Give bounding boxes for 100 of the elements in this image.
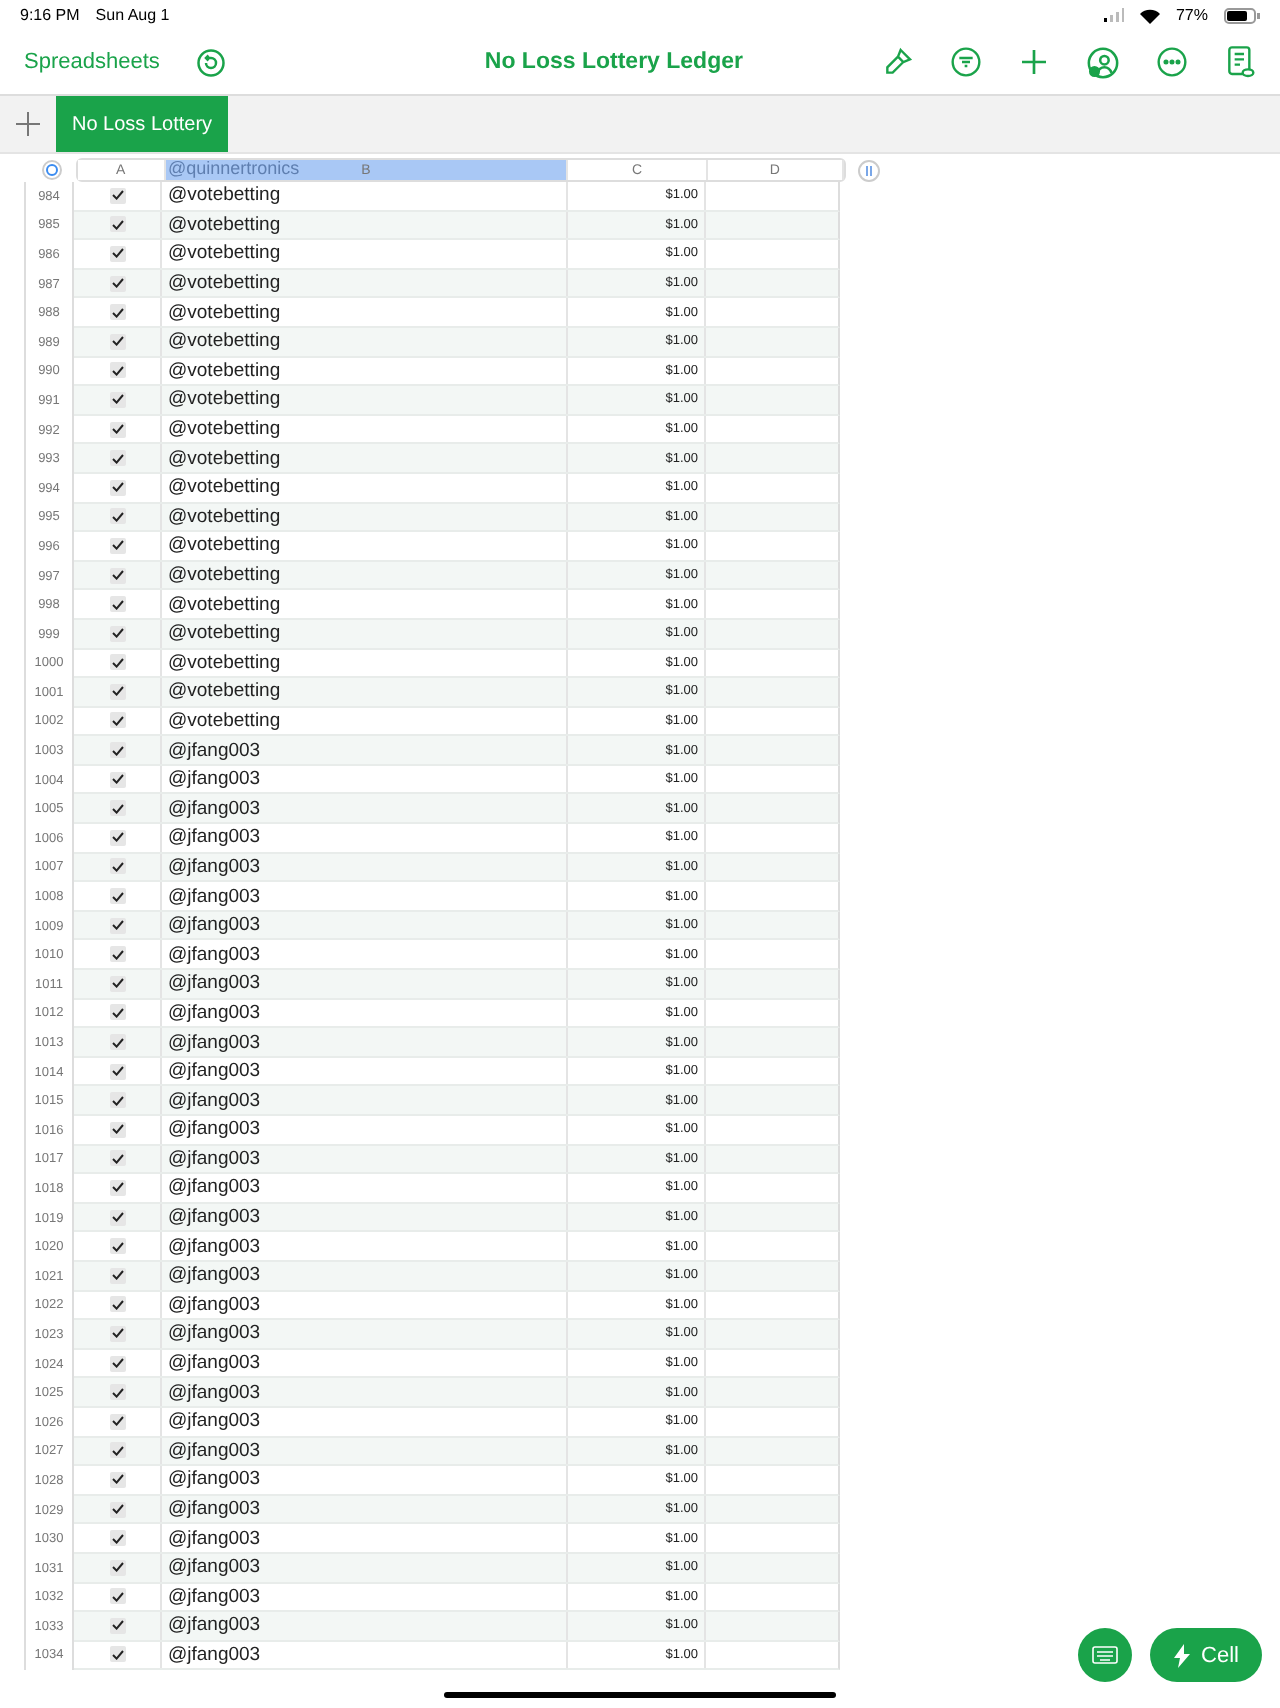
table-cell: @jfang003 <box>162 882 568 910</box>
checkbox[interactable] <box>109 450 125 467</box>
lightning-icon <box>1173 1643 1190 1667</box>
table-cell: @jfang003 <box>162 1291 568 1319</box>
table-cell: @jfang003 <box>162 1203 568 1231</box>
table-cell: @votebetting <box>162 298 568 326</box>
document-title: No Loss Lottery Ledger <box>482 50 745 74</box>
select-all-handle[interactable] <box>42 160 62 180</box>
table-cell: @votebetting <box>162 532 568 560</box>
checkbox[interactable] <box>109 362 125 379</box>
checkbox[interactable] <box>109 858 125 875</box>
spreadsheets-link[interactable]: Spreadsheets <box>24 50 160 74</box>
drag-ghost-text: @quinnertronics <box>168 158 300 178</box>
keyboard-button[interactable] <box>1078 1628 1132 1682</box>
checkbox[interactable] <box>109 654 125 671</box>
checkbox[interactable] <box>109 1530 125 1547</box>
reading-view-icon[interactable] <box>1224 44 1256 80</box>
checkbox[interactable] <box>109 391 125 408</box>
table-cell: @jfang003 <box>162 1086 568 1114</box>
table-cell: @jfang003 <box>162 1116 568 1144</box>
checkbox[interactable] <box>109 537 125 554</box>
checkbox[interactable] <box>109 975 125 992</box>
checkbox[interactable] <box>109 1559 125 1576</box>
checkbox[interactable] <box>109 1588 125 1605</box>
checkbox[interactable] <box>109 1442 125 1459</box>
table-cell: @jfang003 <box>162 765 568 793</box>
checkbox[interactable] <box>109 1004 125 1021</box>
cell-button[interactable]: Cell <box>1150 1628 1262 1682</box>
checkbox[interactable] <box>109 829 125 846</box>
checkbox[interactable] <box>109 1296 125 1313</box>
more-icon[interactable] <box>1156 46 1188 78</box>
table-cell: @jfang003 <box>162 736 568 764</box>
checkbox[interactable] <box>109 712 125 729</box>
table-cell: @jfang003 <box>162 1495 568 1523</box>
checkbox[interactable] <box>109 304 125 321</box>
checkbox[interactable] <box>109 1034 125 1051</box>
checkbox[interactable] <box>109 683 125 700</box>
table-cell: @jfang003 <box>162 1145 568 1173</box>
add-icon[interactable] <box>1018 46 1050 78</box>
table-cell: @jfang003 <box>162 1641 568 1669</box>
checkbox[interactable] <box>109 567 125 584</box>
checkbox[interactable] <box>109 1325 125 1342</box>
table-cell: @votebetting <box>162 182 568 210</box>
checkbox[interactable] <box>109 1646 125 1663</box>
checkbox[interactable] <box>109 216 125 233</box>
table-cell: @jfang003 <box>162 1174 568 1202</box>
checkbox[interactable] <box>109 1121 125 1138</box>
checkbox[interactable] <box>109 742 125 759</box>
battery-percent: 77% <box>1175 6 1208 24</box>
checkbox[interactable] <box>109 625 125 642</box>
table-cell: @votebetting <box>162 386 568 414</box>
paintbrush-icon[interactable] <box>882 46 914 78</box>
filter-icon[interactable] <box>950 46 982 78</box>
table-cell: @votebetting <box>162 473 568 502</box>
table-cell: @votebetting <box>162 590 568 618</box>
checkbox[interactable] <box>109 1092 125 1109</box>
table-cell: @votebetting <box>162 269 568 297</box>
checkbox[interactable] <box>109 917 125 934</box>
sheet-tab[interactable]: No Loss Lottery <box>56 96 229 152</box>
checkbox[interactable] <box>109 800 125 817</box>
checkbox[interactable] <box>109 596 125 613</box>
table-cell: @votebetting <box>162 415 568 443</box>
checkbox[interactable] <box>109 946 125 963</box>
checkbox[interactable] <box>109 1355 125 1372</box>
checkbox[interactable] <box>109 1209 125 1226</box>
checkbox[interactable] <box>109 888 125 905</box>
table-cell: @jfang003 <box>162 1057 568 1085</box>
table-cell: @votebetting <box>162 444 568 472</box>
undo-icon[interactable] <box>195 47 226 77</box>
checkbox[interactable] <box>109 1238 125 1255</box>
checkbox[interactable] <box>109 1384 125 1401</box>
checkbox[interactable] <box>109 1150 125 1167</box>
table-cell: @jfang003 <box>162 1524 568 1552</box>
column-resize-handle[interactable] <box>858 159 880 181</box>
checkbox[interactable] <box>109 1471 125 1488</box>
checkbox[interactable] <box>109 1179 125 1196</box>
table-cell: @jfang003 <box>162 999 568 1027</box>
checkbox[interactable] <box>109 1617 125 1634</box>
collaborate-icon[interactable] <box>1086 45 1120 79</box>
checkbox[interactable] <box>109 275 125 292</box>
checkbox[interactable] <box>109 245 125 262</box>
checkbox[interactable] <box>109 333 125 350</box>
checkbox[interactable] <box>109 421 125 438</box>
table-cell: @jfang003 <box>162 1612 568 1640</box>
checkbox[interactable] <box>109 479 125 496</box>
checkbox[interactable] <box>109 771 125 788</box>
add-sheet-icon[interactable] <box>16 112 40 136</box>
table-cell: @votebetting <box>162 327 568 356</box>
checkbox[interactable] <box>109 1413 125 1430</box>
table-cell: @jfang003 <box>162 970 568 998</box>
table-cell: @jfang003 <box>162 1437 568 1465</box>
checkbox[interactable] <box>109 1501 125 1518</box>
table-cell: @jfang003 <box>162 911 568 939</box>
checkbox[interactable] <box>109 508 125 525</box>
checkbox[interactable] <box>109 187 125 204</box>
checkbox[interactable] <box>109 1267 125 1284</box>
table-cell: @votebetting <box>162 503 568 531</box>
signal-icon <box>1103 8 1124 22</box>
checkbox[interactable] <box>109 1063 125 1080</box>
table-cell: @votebetting <box>162 240 568 268</box>
